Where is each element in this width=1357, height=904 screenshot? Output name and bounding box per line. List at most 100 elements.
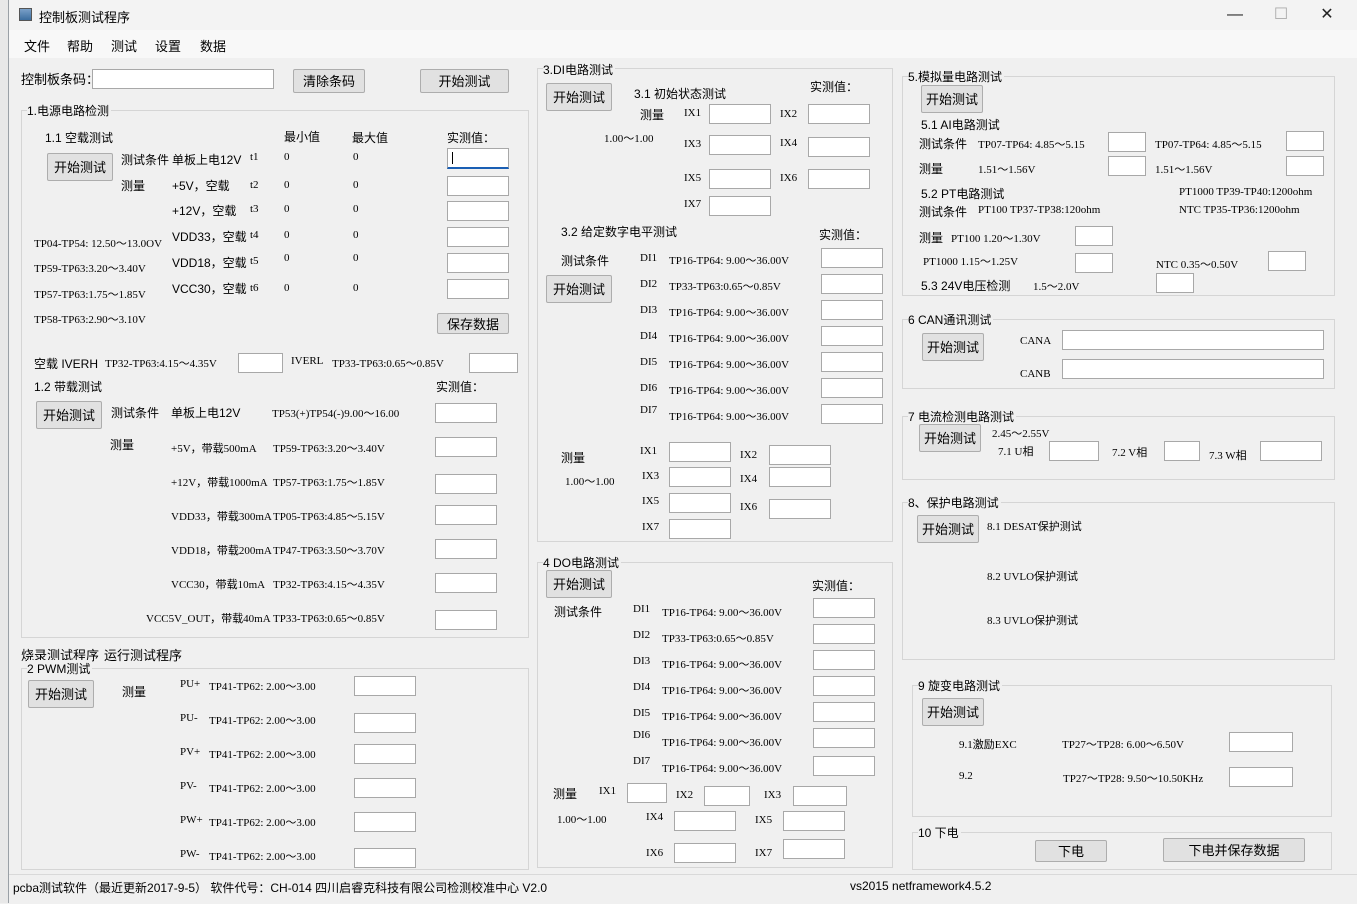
- pt-pt100-input[interactable]: [1075, 226, 1113, 246]
- load-row-input[interactable]: [435, 573, 497, 593]
- menu-test[interactable]: 测试: [111, 36, 137, 55]
- do-ix1-input[interactable]: [627, 783, 667, 803]
- t4-input[interactable]: [447, 227, 509, 247]
- resolver-start-button[interactable]: 开始测试: [922, 698, 984, 726]
- current-u-input[interactable]: [1049, 441, 1099, 461]
- iverl-input[interactable]: [469, 353, 518, 373]
- pwm-row-input[interactable]: [354, 848, 416, 868]
- canb-input[interactable]: [1062, 359, 1324, 379]
- pwm-start-button[interactable]: 开始测试: [28, 680, 94, 708]
- load-cond-input[interactable]: [435, 403, 497, 423]
- di-given-ix2-input[interactable]: [769, 445, 831, 465]
- can-start-button[interactable]: 开始测试: [922, 333, 984, 361]
- menu-data[interactable]: 数据: [200, 36, 226, 55]
- do-ix6-input[interactable]: [674, 843, 736, 863]
- do-ix3-input[interactable]: [793, 786, 847, 806]
- t2-input[interactable]: [447, 176, 509, 196]
- clear-barcode-button[interactable]: 清除条码: [293, 69, 365, 93]
- do-row-input[interactable]: [813, 624, 875, 644]
- ix1-input[interactable]: [709, 104, 771, 124]
- start-test-button[interactable]: 开始测试: [420, 69, 509, 93]
- current-v-input[interactable]: [1164, 441, 1200, 461]
- di-given-ix7-input[interactable]: [669, 519, 731, 539]
- di-row-input[interactable]: [821, 274, 883, 294]
- di-row-input[interactable]: [821, 326, 883, 346]
- protect-start-button[interactable]: 开始测试: [917, 515, 979, 543]
- load-row-input[interactable]: [435, 505, 497, 525]
- di-given-ix3-input[interactable]: [669, 467, 731, 487]
- pt-ntc-input[interactable]: [1268, 251, 1306, 271]
- di-given-ix5-input[interactable]: [669, 493, 731, 513]
- t3-input[interactable]: [447, 201, 509, 221]
- di-row-input[interactable]: [821, 248, 883, 268]
- t6-input[interactable]: [447, 279, 509, 299]
- di-given-ix1-input[interactable]: [669, 442, 731, 462]
- di-given-ix4-input[interactable]: [769, 467, 831, 487]
- current-start-button[interactable]: 开始测试: [919, 424, 981, 452]
- di-given-start-button[interactable]: 开始测试: [546, 275, 612, 303]
- resolver-f-input[interactable]: [1229, 767, 1293, 787]
- menu-settings[interactable]: 设置: [155, 36, 181, 55]
- ai-cond2-input[interactable]: [1286, 131, 1324, 151]
- tab-run-program[interactable]: 运行测试程序: [104, 645, 182, 664]
- cana-input[interactable]: [1062, 330, 1324, 350]
- barcode-input[interactable]: [92, 69, 274, 89]
- do-row-input[interactable]: [813, 650, 875, 670]
- pwm-row-input[interactable]: [354, 778, 416, 798]
- ix3-input[interactable]: [709, 135, 771, 155]
- poweroff-save-button[interactable]: 下电并保存数据: [1163, 838, 1305, 862]
- do-ix7-input[interactable]: [783, 839, 845, 859]
- do-row-input[interactable]: [813, 728, 875, 748]
- close-button[interactable]: ✕: [1304, 3, 1350, 27]
- di-row-input[interactable]: [821, 352, 883, 372]
- load-row-input[interactable]: [435, 437, 497, 457]
- pwm-row-input[interactable]: [354, 812, 416, 832]
- menu-help[interactable]: 帮助: [67, 36, 93, 55]
- t1-input[interactable]: [447, 148, 509, 169]
- analog-start-button[interactable]: 开始测试: [921, 85, 983, 113]
- do-row-input[interactable]: [813, 676, 875, 696]
- t6-max: 0: [353, 282, 359, 294]
- pt-pt1000-input[interactable]: [1075, 253, 1113, 273]
- ix7-input[interactable]: [709, 196, 771, 216]
- do-start-button[interactable]: 开始测试: [546, 570, 612, 598]
- ix6-input[interactable]: [808, 169, 870, 189]
- v24-input[interactable]: [1156, 273, 1194, 293]
- di-row-input[interactable]: [821, 378, 883, 398]
- maximize-button[interactable]: ☐: [1258, 3, 1304, 27]
- menu-file[interactable]: 文件: [24, 36, 50, 55]
- ai-cond1-input[interactable]: [1108, 132, 1146, 152]
- di-row-input[interactable]: [821, 404, 883, 424]
- ai-meas1-input[interactable]: [1108, 156, 1146, 176]
- t5-input[interactable]: [447, 253, 509, 273]
- analog-group-title: 5.模拟量电路测试: [908, 68, 1005, 85]
- current-w-input[interactable]: [1260, 441, 1322, 461]
- do-ix2-input[interactable]: [704, 786, 750, 806]
- load-row-input[interactable]: [435, 474, 497, 494]
- min-header: 最小值: [284, 130, 321, 144]
- do-row-input[interactable]: [813, 702, 875, 722]
- save-data-button[interactable]: 保存数据: [437, 313, 509, 334]
- di-row-input[interactable]: [821, 300, 883, 320]
- load-row-input[interactable]: [435, 610, 497, 630]
- do-row-input[interactable]: [813, 756, 875, 776]
- ix4-input[interactable]: [808, 137, 870, 157]
- do-ix5-input[interactable]: [783, 811, 845, 831]
- minimize-button[interactable]: —: [1212, 3, 1258, 27]
- di-given-ix6-input[interactable]: [769, 499, 831, 519]
- ix5-input[interactable]: [709, 169, 771, 189]
- load-start-button[interactable]: 开始测试: [36, 401, 102, 429]
- poweroff-button[interactable]: 下电: [1035, 840, 1107, 862]
- ai-meas2-input[interactable]: [1286, 156, 1324, 176]
- pwm-row-input[interactable]: [354, 713, 416, 733]
- do-row-input[interactable]: [813, 598, 875, 618]
- pwm-row-input[interactable]: [354, 744, 416, 764]
- ix2-input[interactable]: [808, 104, 870, 124]
- iverh-input[interactable]: [238, 353, 283, 373]
- do-ix4-input[interactable]: [674, 811, 736, 831]
- resolver-exc-input[interactable]: [1229, 732, 1293, 752]
- load-row-input[interactable]: [435, 539, 497, 559]
- pwm-row-input[interactable]: [354, 676, 416, 696]
- di-start-button[interactable]: 开始测试: [546, 83, 612, 111]
- noload-start-button[interactable]: 开始测试: [47, 153, 113, 181]
